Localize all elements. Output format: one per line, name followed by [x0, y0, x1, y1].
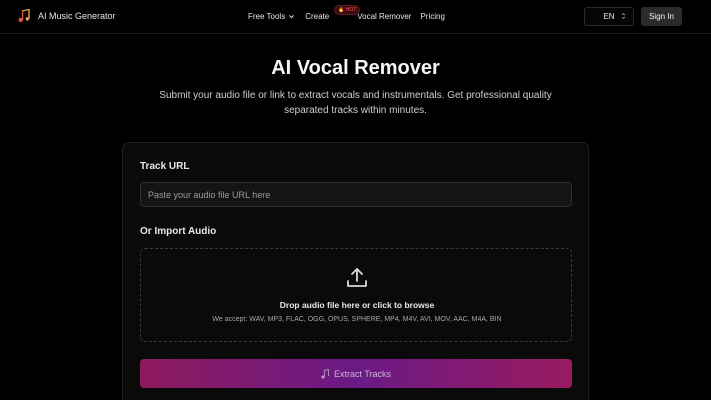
chevron-down-icon [289, 15, 295, 19]
page-title: AI Vocal Remover [271, 57, 440, 79]
extract-tracks-label: Extract Tracks [333, 368, 391, 379]
dropzone-title: Drop audio file here or click to browse [279, 300, 435, 310]
music-note-icon [321, 368, 329, 379]
music-note-icon [18, 9, 30, 23]
main-nav: Free Tools Create 🔥 HOT Vocal Remover Pr… [248, 5, 445, 21]
track-url-input[interactable] [140, 182, 572, 207]
nav-vocal-remover[interactable]: Vocal Remover [357, 12, 411, 21]
nav-create[interactable]: Create 🔥 HOT [305, 5, 361, 21]
brand-link[interactable]: AI Music Generator [18, 9, 116, 23]
accepted-formats: We accept: WAV, MP3, FLAC, OGG, OPUS, SP… [212, 316, 502, 323]
nav-create-label: Create [305, 12, 330, 21]
brand-name: AI Music Generator [38, 11, 116, 21]
top-navbar: AI Music Generator Free Tools Create 🔥 H… [0, 0, 711, 34]
vocal-remover-card: Track URL Or Import Audio Drop audio fil… [122, 142, 589, 400]
language-value: EN [603, 12, 615, 21]
page-subtitle: Submit your audio file or link to extrac… [159, 90, 552, 116]
import-audio-label: Or Import Audio [140, 226, 217, 237]
hot-badge: 🔥 HOT [334, 5, 361, 15]
select-caret-icon [621, 12, 626, 20]
nav-vocal-remover-label: Vocal Remover [357, 12, 412, 21]
nav-free-tools-label: Free Tools [248, 12, 286, 21]
track-url-label: Track URL [140, 161, 190, 172]
nav-pricing[interactable]: Pricing [420, 12, 444, 21]
audio-dropzone[interactable]: Drop audio file here or click to browse … [140, 248, 572, 342]
sign-in-button[interactable]: Sign In [641, 7, 682, 26]
upload-icon [347, 268, 367, 287]
extract-tracks-button[interactable]: Extract Tracks [140, 359, 572, 388]
nav-pricing-label: Pricing [420, 12, 445, 21]
language-select[interactable]: EN [584, 7, 634, 26]
nav-free-tools[interactable]: Free Tools [248, 12, 295, 21]
